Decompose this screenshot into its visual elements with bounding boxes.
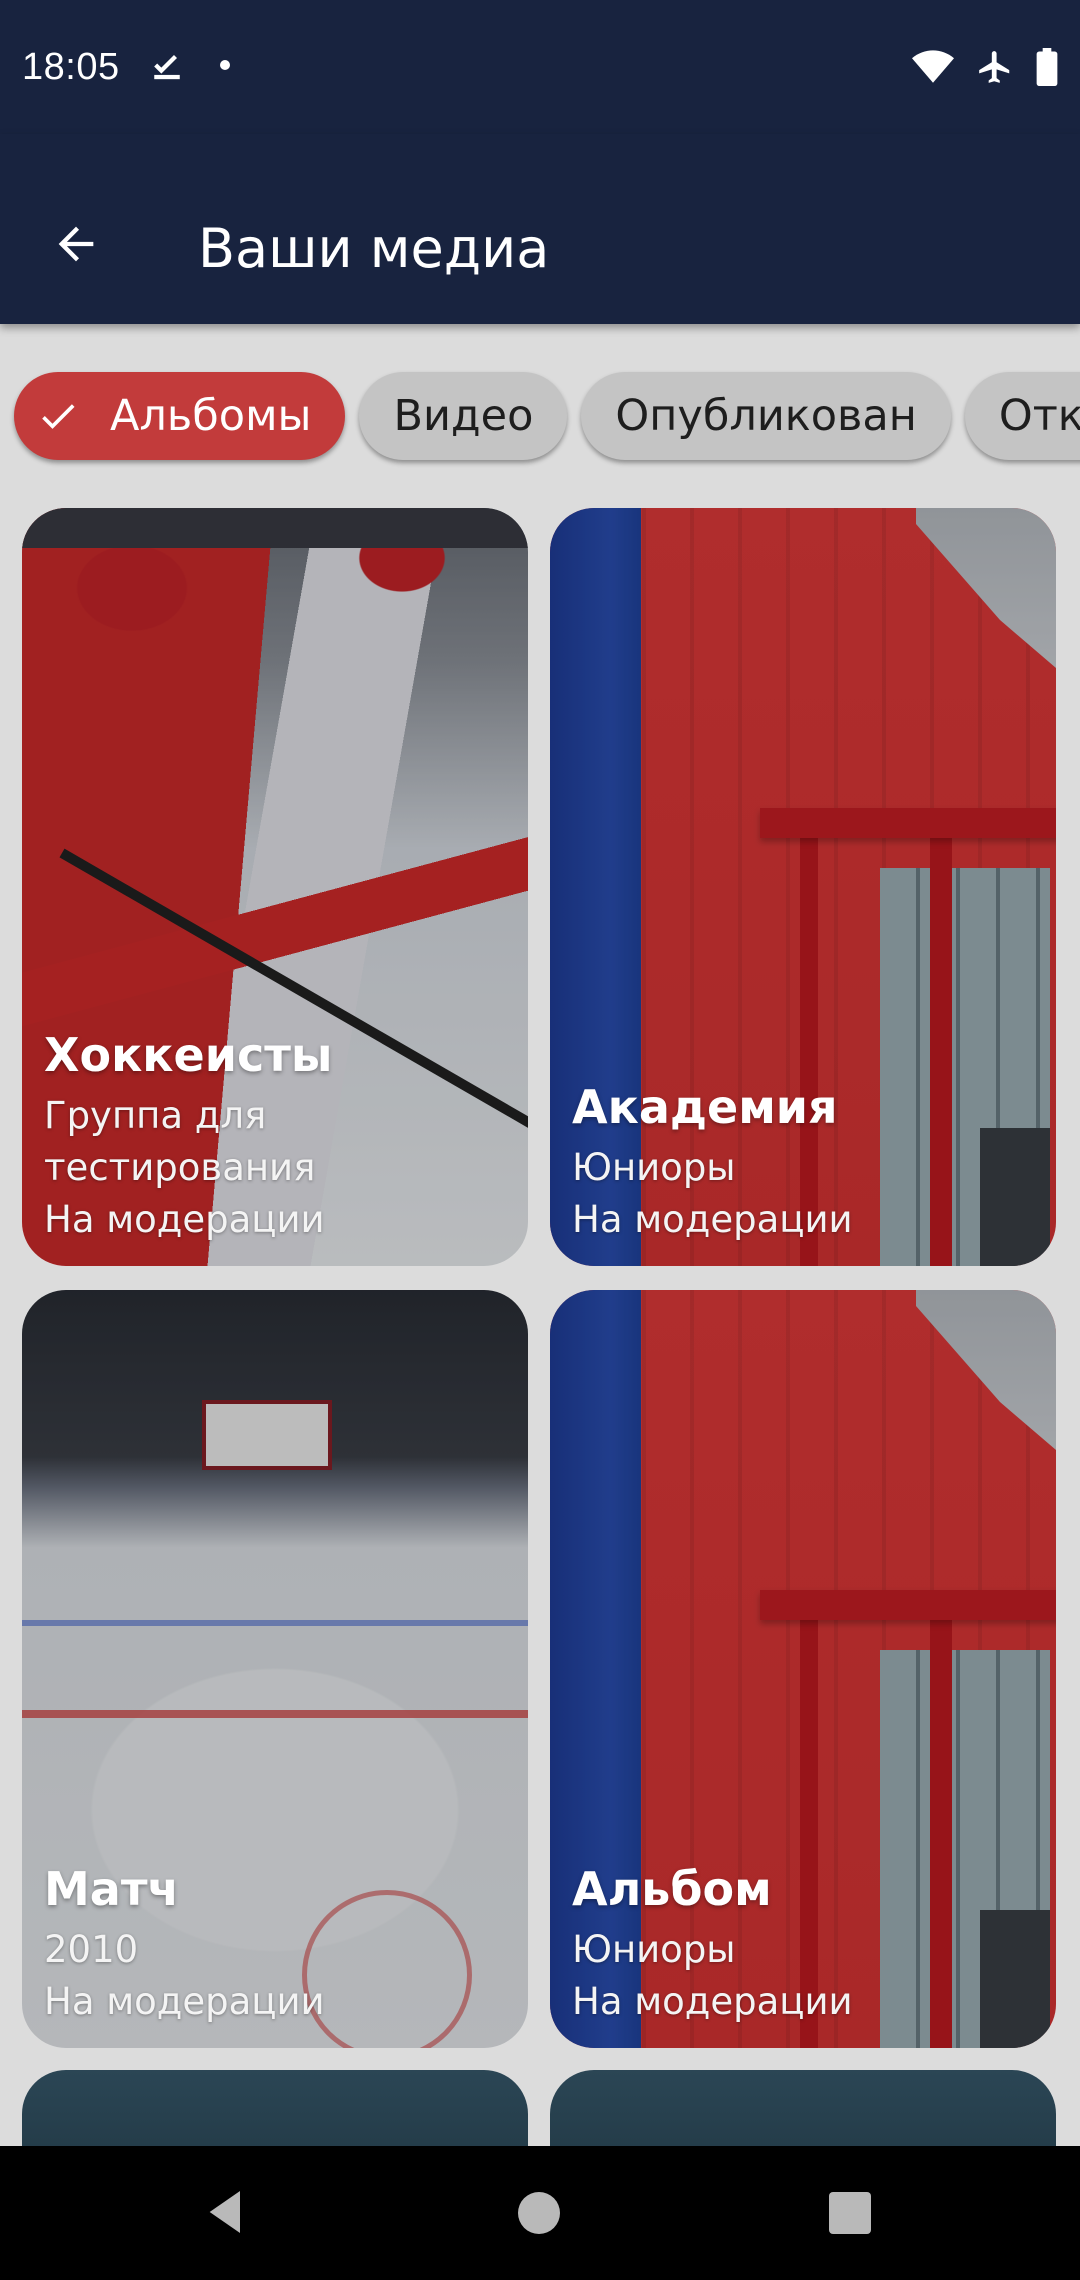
chip-albums[interactable]: Альбомы	[14, 372, 346, 460]
status-icons-left	[150, 48, 232, 87]
airplane-icon	[976, 48, 1014, 91]
card-title: Хоккеисты	[44, 1028, 333, 1083]
card-text: Матч 2010 На модерации	[44, 1863, 512, 2028]
battery-icon	[1036, 48, 1058, 91]
chip-rejected[interactable]: Откл	[964, 372, 1080, 460]
card-subtitle: 2010	[44, 1928, 139, 1971]
media-card[interactable]: Академия Юниоры На модерации	[550, 508, 1056, 1266]
top-app-bar: Ваши медиа	[0, 134, 1080, 324]
check-icon	[36, 394, 80, 438]
status-time: 18:05	[22, 46, 120, 88]
card-subtitle: Юниоры	[572, 1928, 736, 1971]
chip-label: Альбомы	[110, 391, 312, 441]
card-subtitle: Группа для тестирования	[44, 1094, 316, 1189]
system-nav-bar	[0, 2146, 1080, 2280]
card-title: Академия	[572, 1080, 838, 1135]
chip-label: Опубликован	[615, 391, 917, 441]
nav-back-button[interactable]	[198, 2184, 254, 2245]
card-title: Матч	[44, 1862, 180, 1917]
card-title: Альбом	[572, 1862, 772, 1917]
nav-home-button[interactable]	[518, 2192, 560, 2234]
back-button[interactable]	[40, 210, 112, 282]
status-bar: 18:05	[0, 0, 1080, 134]
media-card-partial[interactable]	[550, 2070, 1056, 2146]
page-title: Ваши медиа	[198, 217, 550, 280]
chip-label: Откл	[998, 391, 1080, 441]
media-card[interactable]: Альбом Юниоры На модерации	[550, 1290, 1056, 2048]
content-area: Альбомы Видео Опубликован Откл Хоккеисты…	[0, 324, 1080, 2146]
card-status: На модерации	[572, 1198, 853, 1241]
download-done-icon	[150, 48, 184, 87]
card-subtitle: Юниоры	[572, 1146, 736, 1189]
partial-card-row	[22, 2070, 1058, 2146]
chip-published[interactable]: Опубликован	[581, 372, 951, 460]
filter-chips: Альбомы Видео Опубликован Откл	[14, 372, 1080, 460]
nav-recents-button[interactable]	[829, 2192, 871, 2234]
card-status: На модерации	[44, 1198, 325, 1241]
chip-video[interactable]: Видео	[359, 372, 568, 460]
chip-label: Видео	[393, 391, 534, 441]
arrow-back-icon	[50, 218, 102, 275]
media-card[interactable]: Матч 2010 На модерации	[22, 1290, 528, 2048]
dot-icon	[218, 58, 232, 77]
wifi-icon	[912, 49, 954, 90]
card-text: Хоккеисты Группа для тестирования На мод…	[44, 1029, 512, 1246]
card-text: Альбом Юниоры На модерации	[572, 1863, 1040, 2028]
card-text: Академия Юниоры На модерации	[572, 1081, 1040, 1246]
card-status: На модерации	[44, 1980, 325, 2023]
media-grid: Хоккеисты Группа для тестирования На мод…	[22, 508, 1058, 2048]
media-card-partial[interactable]	[22, 2070, 528, 2146]
card-status: На модерации	[572, 1980, 853, 2023]
status-icons-right	[912, 48, 1058, 91]
media-card[interactable]: Хоккеисты Группа для тестирования На мод…	[22, 508, 528, 1266]
